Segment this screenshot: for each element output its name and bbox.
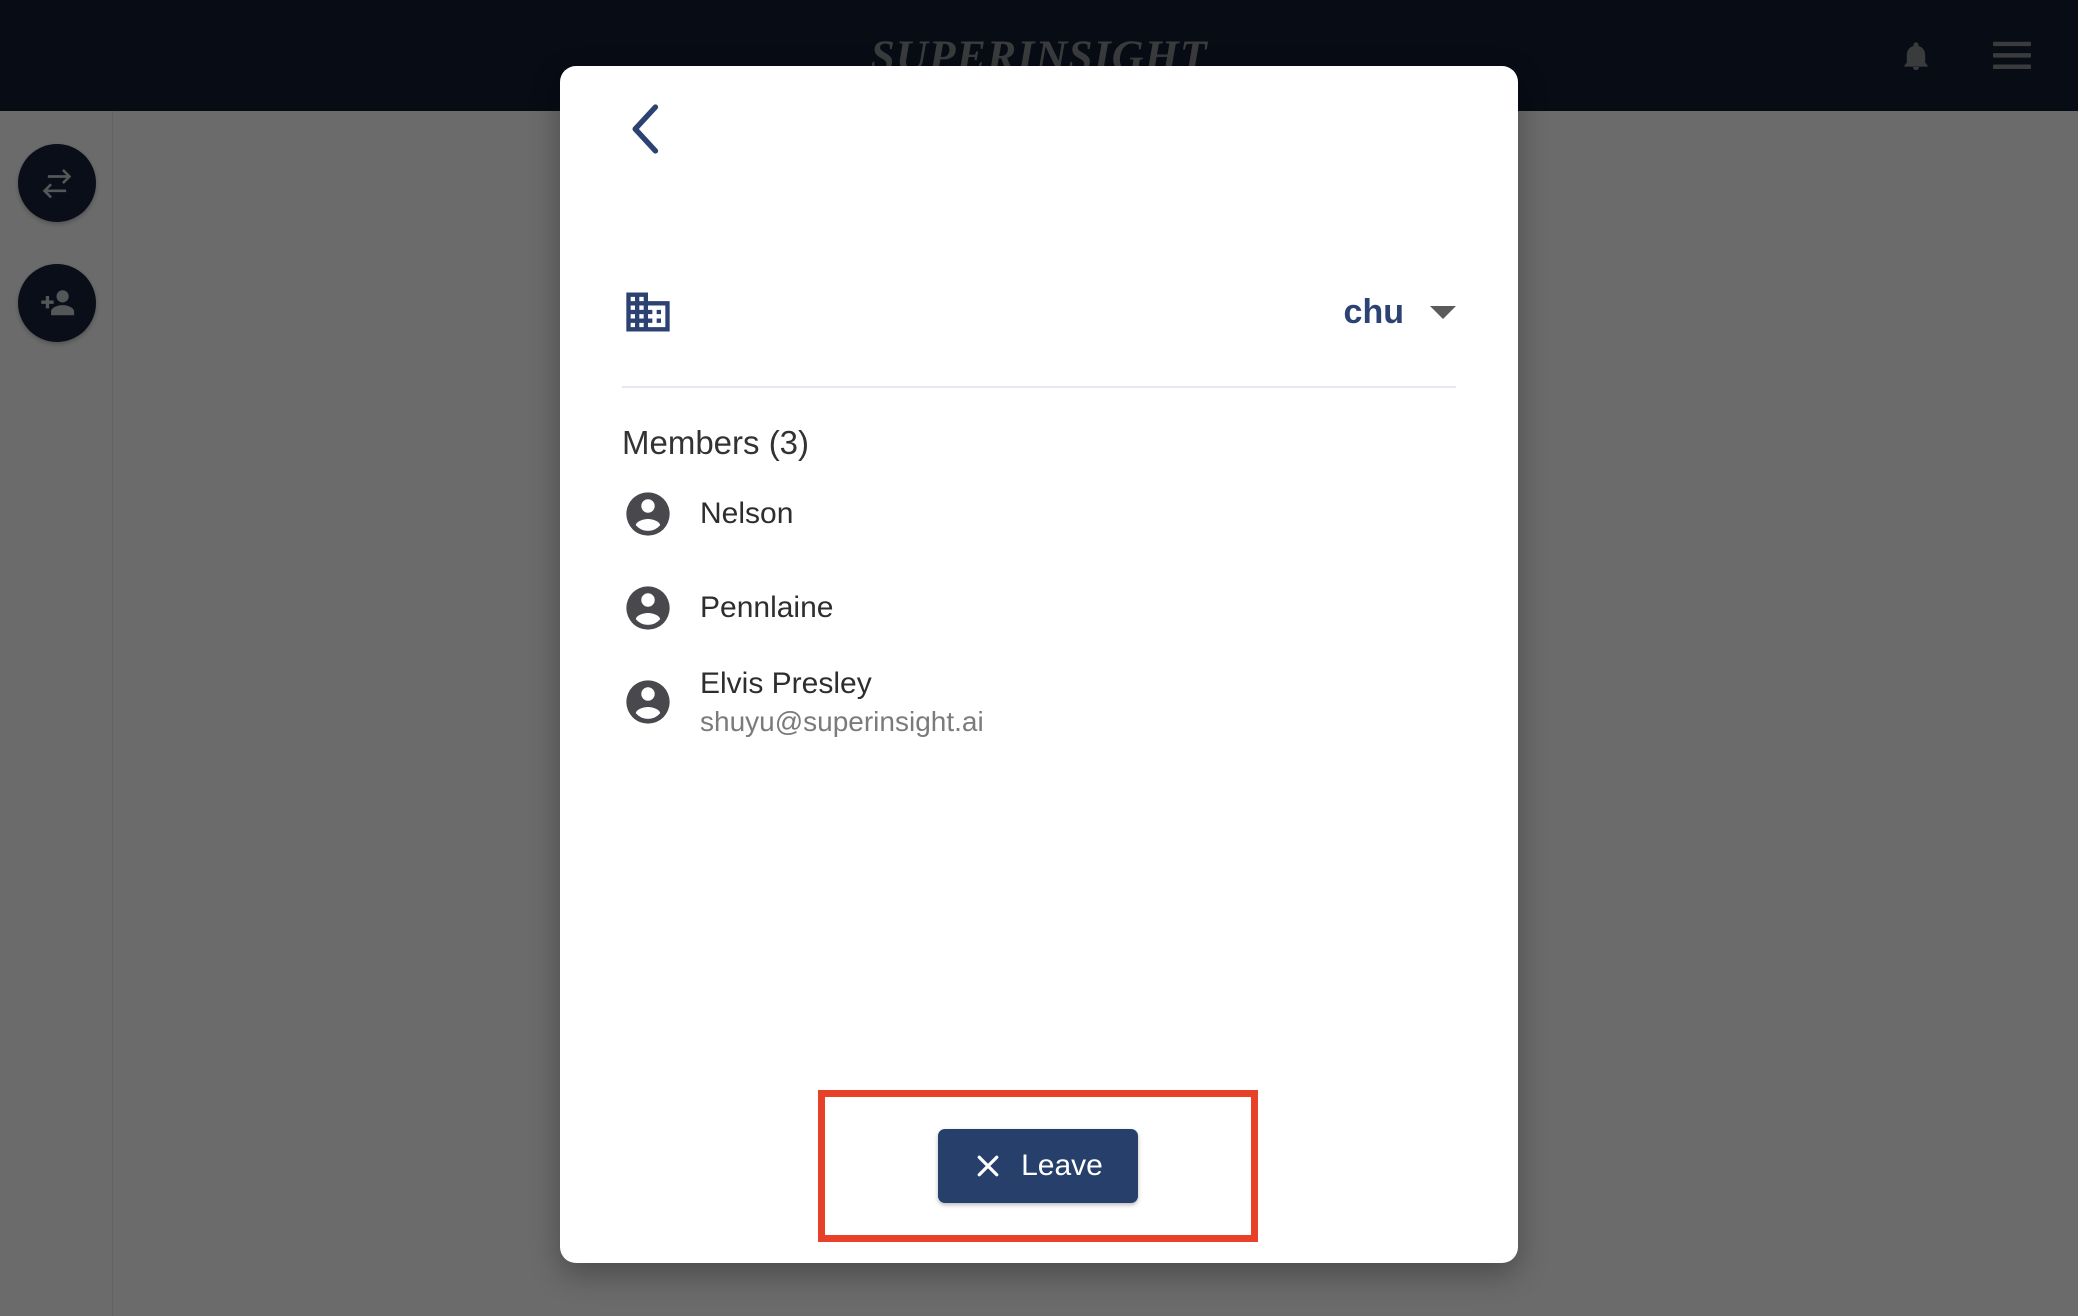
- close-x-icon: [973, 1151, 1003, 1181]
- caret-down-icon: [1430, 305, 1456, 319]
- member-text: Elvis Presley shuyu@superinsight.ai: [700, 666, 984, 739]
- list-item[interactable]: Nelson: [622, 478, 1456, 550]
- member-text: Pennlaine: [700, 590, 833, 625]
- members-heading: Members (3): [622, 424, 810, 461]
- leave-button-label: Leave: [1021, 1149, 1103, 1182]
- member-name: Pennlaine: [700, 591, 834, 625]
- leave-button[interactable]: Leave: [938, 1129, 1138, 1203]
- list-item[interactable]: Pennlaine: [622, 572, 1456, 644]
- app-root: SUPERINSIGHT: [0, 0, 2078, 1316]
- domain-building-icon: [622, 286, 674, 338]
- member-text: Nelson: [700, 496, 793, 531]
- member-name: Nelson: [700, 497, 794, 531]
- list-item[interactable]: Elvis Presley shuyu@superinsight.ai: [622, 666, 1456, 738]
- member-email: shuyu@superinsight.ai: [700, 705, 984, 737]
- avatar: [622, 676, 674, 728]
- chevron-left-icon[interactable]: [614, 96, 680, 162]
- members-list: Nelson Pennlaine Elvis Presley shuyu@sup…: [622, 478, 1456, 760]
- member-name: Elvis Presley: [700, 666, 872, 700]
- avatar: [622, 488, 674, 540]
- avatar: [622, 582, 674, 634]
- workspace-name: chu: [1343, 293, 1404, 331]
- workspace-selector[interactable]: chu: [1344, 295, 1456, 329]
- workspace-members-dialog: chu Members (3) Nelson Pennlaine Elvis P…: [560, 66, 1518, 1263]
- header-divider: [622, 386, 1456, 388]
- workspace-header-row: chu: [622, 278, 1456, 346]
